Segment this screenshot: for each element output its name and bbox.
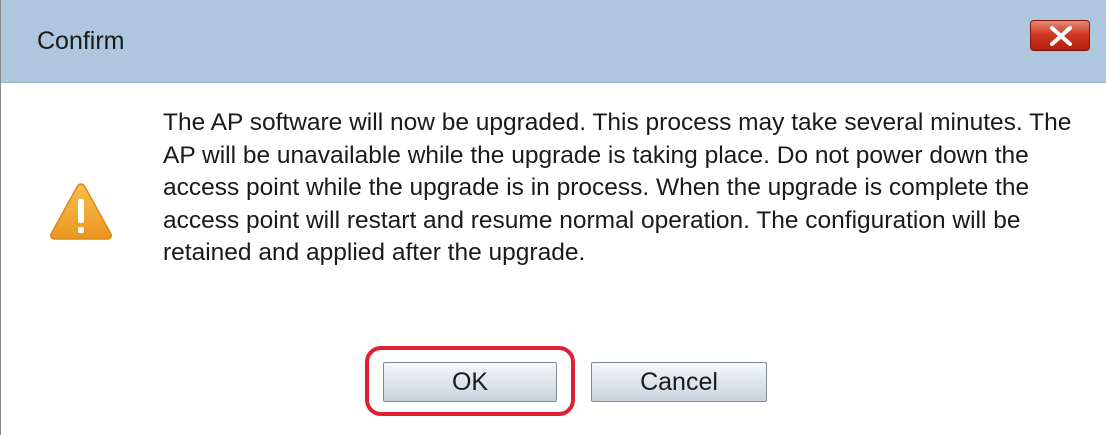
confirm-dialog: Confirm The AP software will now be upgr… <box>0 0 1106 435</box>
close-icon <box>1050 26 1072 46</box>
dialog-message: The AP software will now be upgraded. Th… <box>163 109 1072 266</box>
dialog-titlebar: Confirm <box>1 0 1106 83</box>
close-button[interactable] <box>1030 20 1090 51</box>
warning-icon <box>50 183 112 240</box>
cancel-button[interactable]: Cancel <box>591 362 767 402</box>
dialog-title: Confirm <box>37 27 125 55</box>
ok-button[interactable]: OK <box>383 362 557 402</box>
